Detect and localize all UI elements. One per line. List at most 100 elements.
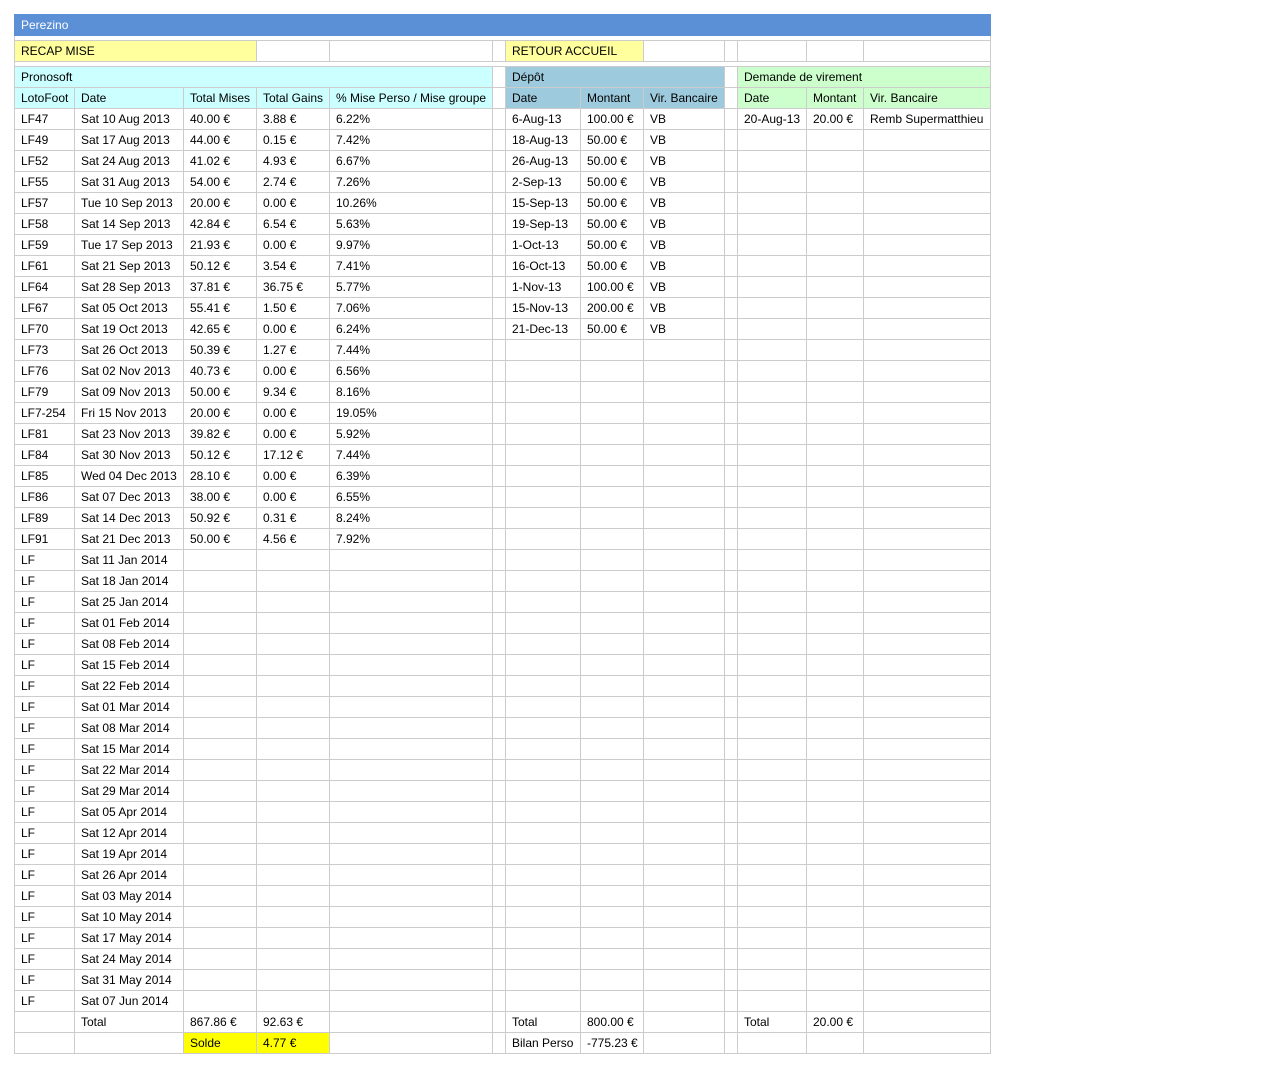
depot-vir-cell[interactable] [643,633,725,655]
empty-cell[interactable] [724,234,738,256]
total-mises-cell[interactable] [183,780,257,802]
depot-montant-cell[interactable]: 200.00 € [580,297,644,319]
total-mises-cell[interactable] [183,654,257,676]
virement-date-cell[interactable] [737,276,807,298]
date-cell[interactable]: Sat 19 Apr 2014 [74,843,184,865]
depot-montant-cell[interactable] [580,780,644,802]
depot-montant-cell[interactable] [580,528,644,550]
empty-cell[interactable] [492,822,506,844]
virement-montant-cell[interactable] [806,885,864,907]
lotofoot-cell[interactable]: LF57 [14,192,75,214]
depot-montant-cell[interactable] [580,990,644,1012]
depot-vir-cell[interactable] [643,885,725,907]
empty-cell[interactable] [724,213,738,235]
virement-montant-cell[interactable] [806,780,864,802]
depot-date-cell[interactable] [505,696,581,718]
virement-montant-cell[interactable] [806,990,864,1012]
date-cell[interactable]: Fri 15 Nov 2013 [74,402,184,424]
virement-date-cell[interactable] [737,675,807,697]
virement-vir-cell[interactable] [862,696,992,718]
total-mises-cell[interactable]: 40.73 € [183,360,257,382]
depot-vir-cell[interactable] [643,612,725,634]
virement-montant-cell[interactable] [806,717,864,739]
lotofoot-cell[interactable]: LF [14,549,75,571]
date-cell[interactable]: Tue 17 Sep 2013 [74,234,184,256]
total-mises-cell[interactable] [183,549,257,571]
date-cell[interactable]: Sat 01 Mar 2014 [74,696,184,718]
virement-vir-cell[interactable] [862,990,992,1012]
empty-cell[interactable] [724,864,738,886]
date-cell[interactable]: Sat 14 Dec 2013 [74,507,184,529]
depot-montant-cell[interactable] [580,360,644,382]
depot-vir-cell[interactable] [643,822,725,844]
total-mises-cell[interactable]: 20.00 € [183,192,257,214]
virement-date-cell[interactable] [737,927,807,949]
total-gains-cell[interactable] [256,822,330,844]
depot-date-cell[interactable] [505,948,581,970]
lotofoot-cell[interactable]: LF [14,675,75,697]
empty-cell[interactable] [492,885,506,907]
empty-cell[interactable] [724,654,738,676]
total-gains-cell[interactable]: 0.00 € [256,465,330,487]
bilan-perso-value[interactable]: -775.23 € [580,1032,644,1054]
depot-vir-cell[interactable]: VB [643,129,725,151]
depot-date-cell[interactable]: 1-Oct-13 [505,234,581,256]
date-cell[interactable]: Sat 24 Aug 2013 [74,150,184,172]
empty-cell[interactable] [724,633,738,655]
virement-montant-cell[interactable] [806,129,864,151]
empty-cell[interactable] [329,40,493,62]
date-cell[interactable]: Sat 26 Apr 2014 [74,864,184,886]
empty-cell[interactable] [724,591,738,613]
depot-montant-cell[interactable] [580,465,644,487]
mise-perso-cell[interactable] [329,549,493,571]
virement-date-cell[interactable] [737,234,807,256]
mise-perso-cell[interactable]: 9.97% [329,234,493,256]
mise-perso-cell[interactable] [329,801,493,823]
empty-cell[interactable] [724,276,738,298]
virement-date-cell[interactable] [737,633,807,655]
depot-montant-cell[interactable]: 50.00 € [580,255,644,277]
mise-perso-cell[interactable]: 7.41% [329,255,493,277]
empty-cell[interactable] [492,654,506,676]
mise-perso-cell[interactable]: 6.24% [329,318,493,340]
mise-perso-cell[interactable] [329,822,493,844]
depot-date-cell[interactable] [505,801,581,823]
mise-perso-cell[interactable] [329,612,493,634]
virement-date-cell[interactable] [737,822,807,844]
depot-montant-cell[interactable]: 50.00 € [580,234,644,256]
virement-montant-cell[interactable] [806,192,864,214]
depot-vir-cell[interactable]: VB [643,255,725,277]
virement-vir-cell[interactable] [862,906,992,928]
depot-date-cell[interactable] [505,675,581,697]
virement-vir-cell[interactable] [862,654,992,676]
total-gains-cell[interactable] [256,654,330,676]
virement-montant-cell[interactable] [806,633,864,655]
empty-cell[interactable] [492,339,506,361]
empty-cell[interactable] [492,276,506,298]
empty-cell[interactable] [724,381,738,403]
depot-vir-cell[interactable]: VB [643,276,725,298]
mise-perso-cell[interactable]: 7.42% [329,129,493,151]
virement-date-cell[interactable] [737,297,807,319]
depot-vir-cell[interactable] [643,486,725,508]
depot-montant-cell[interactable] [580,486,644,508]
mise-perso-cell[interactable]: 7.44% [329,444,493,466]
mise-perso-cell[interactable] [329,675,493,697]
date-cell[interactable]: Sat 31 Aug 2013 [74,171,184,193]
virement-vir-cell[interactable] [862,339,992,361]
total-mises-cell[interactable]: 50.00 € [183,381,257,403]
depot-date-cell[interactable] [505,780,581,802]
date-cell[interactable]: Sat 21 Sep 2013 [74,255,184,277]
total-mises-cell[interactable] [183,801,257,823]
virement-vir-cell[interactable] [862,444,992,466]
depot-montant-cell[interactable]: 50.00 € [580,129,644,151]
mise-perso-cell[interactable] [329,738,493,760]
lotofoot-cell[interactable]: LF91 [14,528,75,550]
total-mises-cell[interactable]: 50.39 € [183,339,257,361]
virement-date-cell[interactable] [737,465,807,487]
depot-montant-cell[interactable]: 50.00 € [580,171,644,193]
depot-montant-cell[interactable] [580,633,644,655]
total-gains-cell[interactable] [256,864,330,886]
depot-vir-cell[interactable] [643,402,725,424]
virement-montant-cell[interactable] [806,360,864,382]
